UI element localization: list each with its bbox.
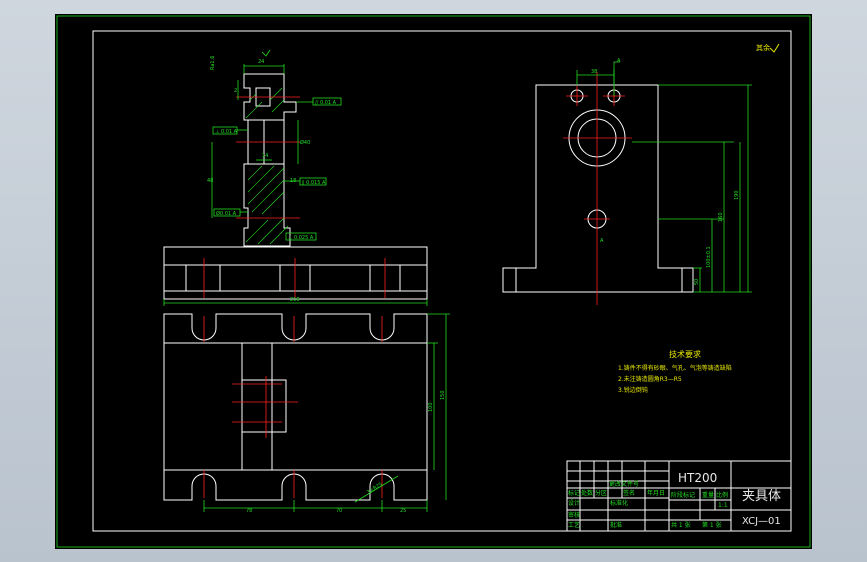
roughness-note: 其余 bbox=[756, 43, 770, 52]
tb-label-approve: 批准 bbox=[610, 521, 622, 529]
engineering-drawing: 24 216 48 Ø40 14 2 18 Ra1.6 // 0.01 A ⊥ … bbox=[55, 14, 812, 549]
dim-top-width: 24 bbox=[258, 59, 264, 65]
gdt-frame-2: ⊥ 0.01 A bbox=[215, 129, 238, 135]
tb-sheets: 共 1 张 bbox=[671, 521, 691, 529]
dim-small: 2 bbox=[234, 88, 237, 94]
gdt-frame-4: Ø0.01 A bbox=[216, 210, 237, 217]
tb-scale: 1:1 bbox=[718, 502, 728, 509]
tb-label-sign: 签名 bbox=[623, 489, 635, 497]
dim-hole-spacing: 14 bbox=[262, 153, 268, 159]
gdt-frame-5: ⊥ 0.025 A bbox=[288, 235, 314, 241]
dim-h2: 100±0.1 bbox=[706, 246, 712, 268]
gdt-frame-3: ∥ 0.015 A bbox=[302, 180, 326, 186]
dim-v2: 150 bbox=[440, 390, 446, 400]
dim-w1: 78 bbox=[246, 508, 252, 514]
dim-h3: 160 bbox=[718, 212, 724, 222]
tb-label-date: 年月日 bbox=[647, 489, 665, 497]
dim-w3: 25 bbox=[400, 508, 406, 514]
surface-mark: Ra1.6 bbox=[210, 56, 216, 70]
tb-label-zone: 分区 bbox=[595, 489, 607, 497]
tech-item-3: 3.锐边倒钝 bbox=[618, 386, 648, 394]
dim-h4: 190 bbox=[734, 190, 740, 200]
tb-label-change-doc: 更改文件号 bbox=[609, 480, 639, 488]
tech-item-2: 2.未注铸造圆角R3—R5 bbox=[618, 375, 682, 383]
tb-label-standard: 标准化 bbox=[610, 499, 628, 507]
dim-top-hole: 38 bbox=[591, 69, 597, 75]
tb-label-check: 审核 bbox=[568, 511, 580, 519]
tb-label-count: 处数 bbox=[581, 489, 593, 497]
dim-h1: 50 bbox=[694, 279, 700, 285]
tb-weight-label: 重量 bbox=[702, 491, 714, 499]
part-name: 夹具体 bbox=[742, 489, 781, 504]
cad-viewport[interactable]: 24 216 48 Ø40 14 2 18 Ra1.6 // 0.01 A ⊥ … bbox=[0, 0, 867, 562]
dim-v1: 100 bbox=[428, 402, 434, 412]
datum-label: A bbox=[617, 58, 621, 64]
tb-label-process: 工艺 bbox=[568, 521, 580, 529]
dim-base-length: 216 bbox=[290, 297, 300, 303]
tb-sheet: 第 1 张 bbox=[702, 521, 722, 529]
dim-mid-dia: Ø40 bbox=[300, 139, 310, 146]
material: HT200 bbox=[678, 471, 717, 485]
tech-title: 技术要求 bbox=[669, 349, 701, 359]
dim-side-height: 48 bbox=[207, 178, 213, 184]
datum-label-2: A bbox=[600, 238, 604, 244]
tb-stage-label: 阶段标记 bbox=[671, 491, 695, 499]
dim-w2: 70 bbox=[336, 508, 342, 514]
drawing-number: XCJ—01 bbox=[742, 516, 781, 527]
tb-scale-label: 比例 bbox=[716, 491, 728, 499]
tech-item-1: 1.铸件不得有砂眼、气孔、气泡等铸造缺陷 bbox=[618, 364, 732, 372]
tb-label-design: 设计 bbox=[568, 499, 580, 507]
tb-label-mark: 标记 bbox=[568, 489, 580, 497]
gdt-frame-1: // 0.01 A bbox=[315, 100, 337, 106]
